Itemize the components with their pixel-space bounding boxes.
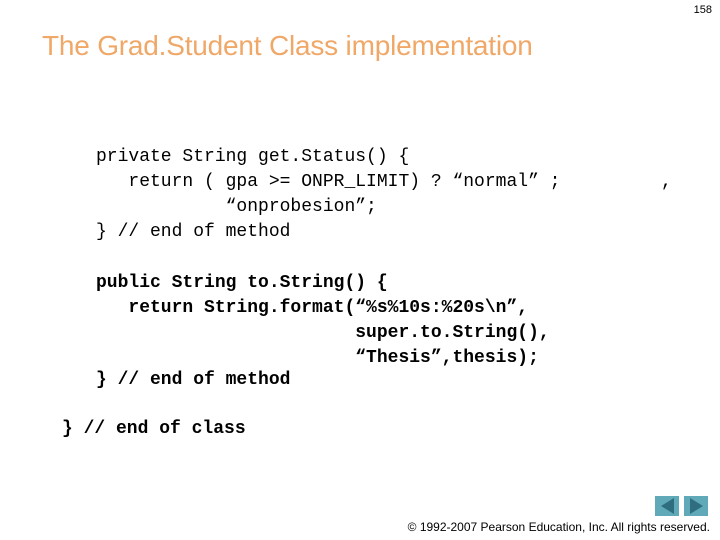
code-block-end-class: } // end of class [62,417,246,442]
previous-slide-button[interactable] [655,496,679,516]
code-line: return ( gpa >= ONPR_LIMIT) ? “normal” ; [96,172,561,192]
copyright-footer: © 1992-2007 Pearson Education, Inc. All … [407,520,710,534]
slide-number: 158 [693,4,712,16]
slide-title: The Grad.Student Class implementation [42,30,533,61]
code-line: } // end of method [96,370,291,390]
code-line: } // end of method [96,222,291,242]
code-block-to-string: public String to.String() { return Strin… [96,271,550,393]
triangle-right-icon [689,498,703,514]
stray-comma: , [661,172,672,192]
code-line: private String get.Status() { [96,147,410,167]
code-line: return String.format(“%s%10s:%20s\n”, [96,298,529,318]
code-line: public String to.String() { [96,273,388,293]
triangle-left-icon [660,498,674,514]
next-slide-button[interactable] [684,496,708,516]
code-line: } // end of class [62,419,246,439]
code-block-get-status: private String get.Status() { return ( g… [96,145,560,245]
code-line: “onprobesion”; [96,197,377,217]
code-line: “Thesis”,thesis); [96,348,539,368]
code-line: super.to.String(), [96,323,550,343]
